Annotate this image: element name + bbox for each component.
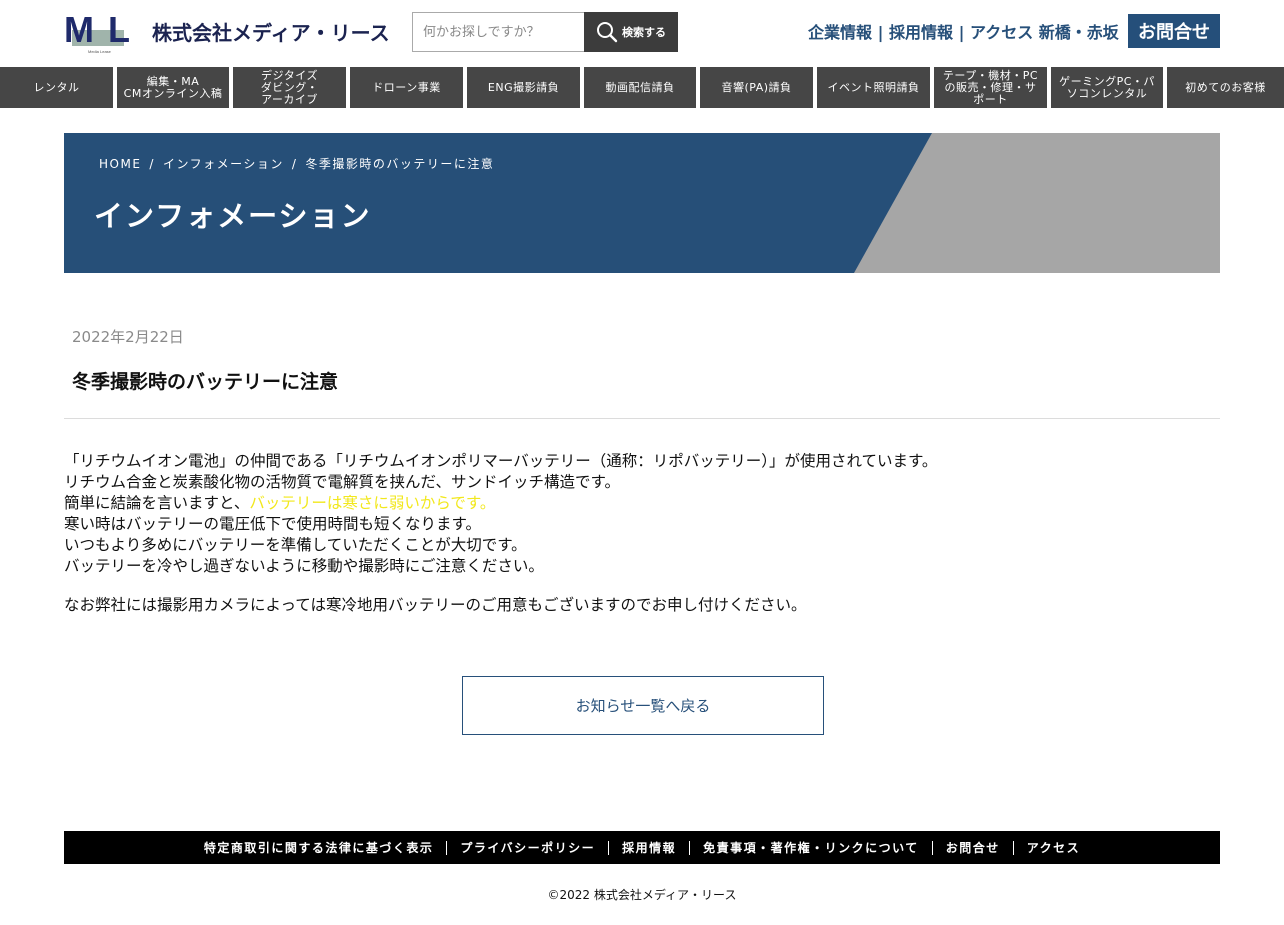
site-header: M L Media Lease 株式会社メディア・リース 検索する 企業情報 |… bbox=[0, 0, 1284, 67]
body-line-prefix: 簡単に結論を言いますと、 bbox=[64, 494, 250, 512]
breadcrumb-home[interactable]: HOME bbox=[99, 157, 141, 171]
nav-item-sales-repair[interactable]: テープ・機材・PC の販売・修理・サ ポート bbox=[934, 67, 1047, 108]
breadcrumb-information[interactable]: インフォメーション bbox=[163, 157, 284, 171]
article-title: 冬季撮影時のバッテリーに注意 bbox=[72, 371, 339, 393]
page-banner: HOME / インフォメーション / 冬季撮影時のバッテリーに注意 インフォメーション bbox=[64, 133, 1220, 273]
company-logo[interactable]: M L Media Lease bbox=[64, 9, 146, 55]
search-button-label: 検索する bbox=[622, 26, 666, 39]
footer-link-contact[interactable]: お問合せ bbox=[931, 840, 1013, 855]
search-box: 検索する bbox=[412, 12, 678, 52]
body-line: バッテリーを冷やし過ぎないように移動や撮影時にご注意ください。 bbox=[64, 557, 544, 575]
top-links: 企業情報 | 採用情報 | アクセス 新橋・赤坂 bbox=[808, 19, 1119, 43]
company-name[interactable]: 株式会社メディア・リース bbox=[152, 17, 390, 46]
search-button[interactable]: 検索する bbox=[584, 12, 678, 52]
logo-letter-l: L bbox=[108, 9, 130, 50]
nav-item-audio-pa[interactable]: 音響(PA)請負 bbox=[700, 67, 813, 108]
nav-item-lighting[interactable]: イベント照明請負 bbox=[817, 67, 930, 108]
breadcrumb-separator: / bbox=[149, 157, 155, 171]
footer-link-tokushoho[interactable]: 特定商取引に関する法律に基づく表示 bbox=[191, 841, 447, 855]
body-line: 簡単に結論を言いますと、バッテリーは寒さに弱いからです。 bbox=[64, 493, 1220, 514]
contact-button[interactable]: お問合せ bbox=[1128, 14, 1220, 48]
link-access[interactable]: アクセス 新橋・赤坂 bbox=[970, 23, 1119, 42]
link-separator: | bbox=[953, 23, 970, 42]
search-icon bbox=[597, 22, 618, 43]
highlighted-text: バッテリーは寒さに弱いからです。 bbox=[249, 494, 496, 512]
body-line: 寒い時はバッテリーの電圧低下で使用時間も短くなります。 bbox=[64, 515, 481, 533]
body-paragraph-2: なお弊社には撮影用カメラによっては寒冷地用バッテリーのご用意もございますのでお申… bbox=[64, 596, 807, 614]
nav-item-rental[interactable]: レンタル bbox=[0, 67, 113, 108]
footer-links: 特定商取引に関する法律に基づく表示 プライバシーポリシー 採用情報 免責事項・著… bbox=[64, 831, 1220, 864]
divider bbox=[64, 418, 1220, 419]
link-separator: | bbox=[872, 23, 889, 42]
link-recruit[interactable]: 採用情報 bbox=[889, 23, 953, 42]
back-to-list-button[interactable]: お知らせ一覧へ戻る bbox=[462, 676, 824, 735]
article-date: 2022年2月22日 bbox=[72, 328, 184, 346]
footer-link-disclaimer[interactable]: 免責事項・著作権・リンクについて bbox=[689, 840, 932, 855]
footer-link-privacy[interactable]: プライバシーポリシー bbox=[446, 840, 608, 855]
breadcrumb-current: 冬季撮影時のバッテリーに注意 bbox=[305, 157, 495, 171]
footer-link-recruit[interactable]: 採用情報 bbox=[608, 840, 689, 855]
body-line: 「リチウムイオン電池」の仲間である「リチウムイオンポリマーバッテリー（通称：リポ… bbox=[64, 452, 938, 470]
nav-item-drone[interactable]: ドローン事業 bbox=[350, 67, 463, 108]
nav-item-streaming[interactable]: 動画配信請負 bbox=[584, 67, 696, 108]
footer-link-access[interactable]: アクセス bbox=[1012, 840, 1093, 855]
nav-item-editing-ma[interactable]: 編集・MA CMオンライン入稿 bbox=[117, 67, 229, 108]
main-nav: レンタル 編集・MA CMオンライン入稿 デジタイズ ダビング・ アーカイブ ド… bbox=[0, 67, 1284, 108]
page-title: インフォメーション bbox=[94, 199, 372, 233]
breadcrumb: HOME / インフォメーション / 冬季撮影時のバッテリーに注意 bbox=[99, 155, 494, 172]
nav-item-gaming-pc[interactable]: ゲーミングPC・パ ソコンレンタル bbox=[1051, 67, 1163, 108]
nav-item-first-time[interactable]: 初めてのお客様 bbox=[1167, 67, 1284, 108]
nav-item-digitize[interactable]: デジタイズ ダビング・ アーカイブ bbox=[233, 67, 346, 108]
link-company-info[interactable]: 企業情報 bbox=[808, 23, 872, 42]
body-line: リチウム合金と炭素酸化物の活物質で電解質を挟んだ、サンドイッチ構造です。 bbox=[64, 473, 620, 491]
nav-item-eng[interactable]: ENG撮影請負 bbox=[467, 67, 580, 108]
body-line: いつもより多めにバッテリーを準備していただくことが大切です。 bbox=[64, 536, 527, 554]
breadcrumb-separator: / bbox=[291, 157, 298, 171]
logo-letter-m: M bbox=[64, 9, 94, 50]
logo-subtext: Media Lease bbox=[88, 49, 111, 54]
copyright: ©2022 株式会社メディア・リース bbox=[547, 888, 737, 902]
article-body: 「リチウムイオン電池」の仲間である「リチウムイオンポリマーバッテリー（通称：リポ… bbox=[64, 451, 1220, 616]
search-input[interactable] bbox=[412, 12, 584, 52]
